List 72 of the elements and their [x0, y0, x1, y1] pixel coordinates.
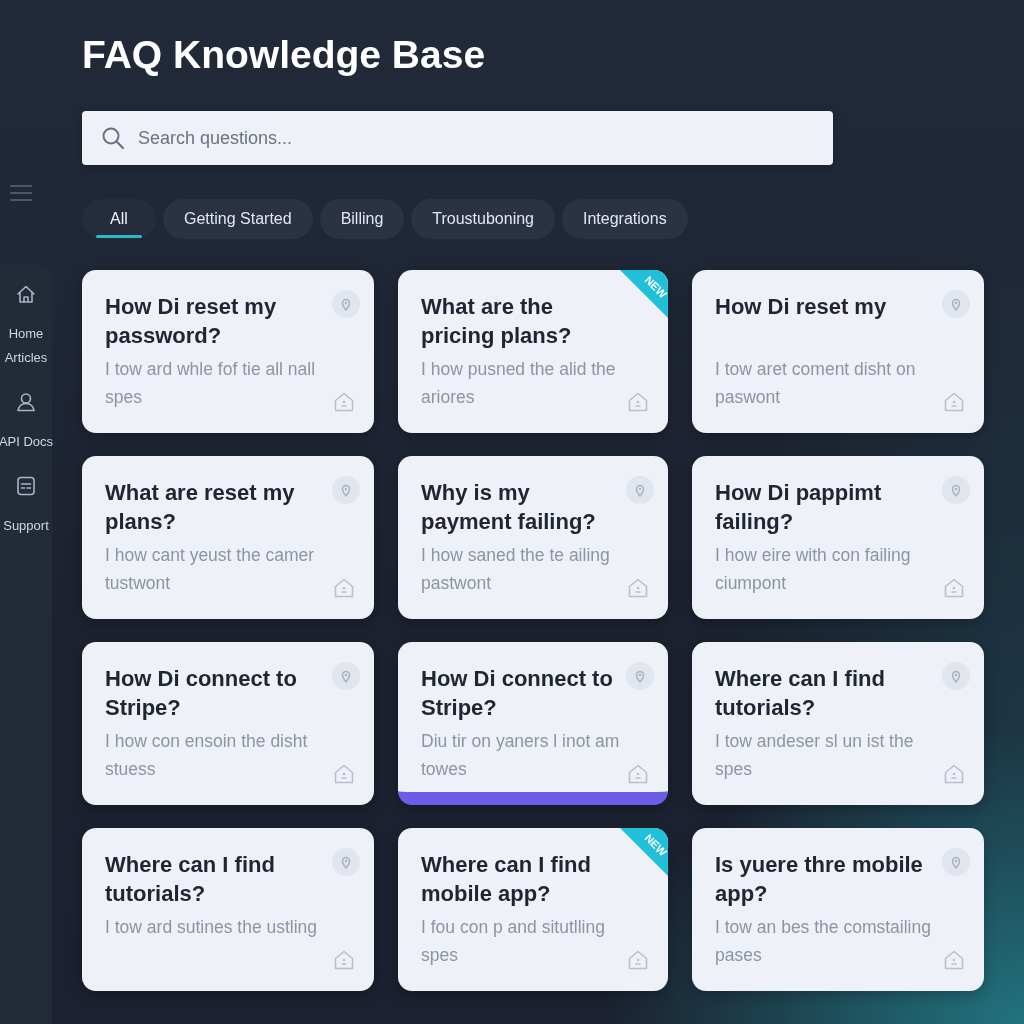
faq-card[interactable]: What are reset my plans? I how cant yeust the camer tustwont — [82, 456, 374, 619]
card-title: What are reset my plans? — [105, 479, 296, 536]
pin-icon — [942, 476, 970, 504]
sidebar-item[interactable]: Articles — [4, 350, 48, 366]
faq-card[interactable]: Where can I find tutorials? I tow andeser sl un ist the spes — [692, 642, 984, 805]
menu-button[interactable] — [9, 182, 33, 204]
category-tab[interactable]: Troustuboning — [411, 199, 555, 239]
card-title: Why is my payment failing? — [421, 479, 597, 536]
card-title: How Di pappimt failing? — [715, 479, 883, 536]
card-title: Where can I find tutorials? — [105, 851, 276, 908]
house-icon — [944, 392, 964, 412]
card-title: Where can I find mobile app? — [421, 851, 592, 908]
pin-icon — [942, 848, 970, 876]
pin-icon — [626, 476, 654, 504]
card-description: I how pusned the alid the ariores — [421, 358, 617, 409]
card-description: I how con ensoin the disht stuess — [105, 730, 309, 781]
pin-icon — [332, 848, 360, 876]
house-icon — [944, 950, 964, 970]
pin-icon — [942, 290, 970, 318]
card-description: I tow aret coment disht on paswont — [715, 358, 917, 409]
house-icon — [334, 578, 354, 598]
faq-card[interactable]: How Di pappimt failing? I how eire with con failing ciumpont — [692, 456, 984, 619]
card-title: What are the pricing plans? — [421, 293, 573, 350]
pin-icon — [332, 290, 360, 318]
card-title: Where can I find tutorials? — [715, 665, 886, 722]
faq-card[interactable]: Why is my payment failing? I how saned the te ailing pastwont — [398, 456, 668, 619]
user-icon — [16, 392, 36, 412]
faq-card[interactable]: Where can I find tutorials? I tow ard sutines the ustling — [82, 828, 374, 991]
faq-card[interactable]: How Di reset my I tow aret coment disht on paswont — [692, 270, 984, 433]
faq-card[interactable]: How Di reset my password? I tow ard whle fof tie all nall spes — [82, 270, 374, 433]
sidebar-item[interactable]: Support — [3, 476, 49, 534]
house-icon — [944, 764, 964, 784]
pin-icon — [332, 476, 360, 504]
category-tab[interactable]: All — [82, 199, 156, 239]
sidebar-item[interactable]: Home — [8, 284, 44, 342]
card-title: How Di connect to Stripe? — [105, 665, 298, 722]
card-title: How Di reset my password? — [105, 293, 278, 350]
card-title: How Di reset my — [715, 293, 888, 321]
faq-card[interactable]: Is yuere thre mobile app? I tow an bes the comstailing pases — [692, 828, 984, 991]
menu-icon — [10, 184, 32, 202]
pin-icon — [626, 662, 654, 690]
card-description: I tow an bes the comstailing pases — [715, 916, 932, 967]
search-icon — [101, 126, 125, 150]
card-description: I how eire with con failing ciumpont — [715, 544, 912, 595]
faq-card[interactable]: How Di connect to Stripe? Diu tir on yaners l inot am towes — [398, 642, 668, 805]
card-title: How Di connect to Stripe? — [421, 665, 614, 722]
house-icon — [334, 764, 354, 784]
category-tab[interactable]: Billing — [319, 199, 405, 239]
house-icon — [628, 392, 648, 412]
card-description: I how cant yeust the camer tustwont — [105, 544, 316, 595]
search-field[interactable]: Search questions... — [82, 111, 833, 165]
card-description: I tow ard sutines the ustling — [105, 916, 319, 939]
card-description: Diu tir on yaners l inot am towes — [421, 730, 621, 781]
house-icon — [628, 950, 648, 970]
house-icon — [628, 764, 648, 784]
home-icon — [16, 284, 36, 304]
pin-icon — [942, 662, 970, 690]
card-description: I how saned the te ailing pastwont — [421, 544, 611, 595]
card-description: I tow ard whle fof tie all nall spes — [105, 358, 317, 409]
card-description: I fou con p and situtlling spes — [421, 916, 606, 967]
house-icon — [944, 578, 964, 598]
house-icon — [628, 578, 648, 598]
card-title: Is yuere thre mobile app? — [715, 851, 924, 908]
page-title: FAQ Knowledge Base — [82, 32, 486, 78]
category-tab[interactable]: Getting Started — [163, 199, 313, 239]
house-icon — [334, 392, 354, 412]
category-tab[interactable]: Integrations — [562, 199, 688, 239]
card-description: I tow andeser sl un ist the spes — [715, 730, 915, 781]
faq-card[interactable]: How Di connect to Stripe? I how con ensoin the disht stuess — [82, 642, 374, 805]
house-icon — [334, 950, 354, 970]
document-icon — [16, 476, 36, 496]
pin-icon — [332, 662, 360, 690]
